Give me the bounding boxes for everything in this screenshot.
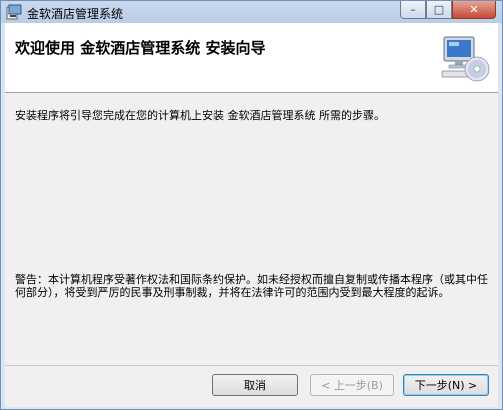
page-title: 欢迎使用 金软酒店管理系统 安装向导 xyxy=(15,39,266,57)
window-title: 金软酒店管理系统 xyxy=(27,7,124,21)
close-button[interactable]: ✕ xyxy=(452,1,496,19)
installer-app-icon xyxy=(6,4,22,20)
back-button[interactable]: < 上一步(B) xyxy=(310,374,394,396)
wizard-body: 安装程序将引导您完成在您的计算机上安装 金软酒店管理系统 所需的步骤。 警告：本… xyxy=(5,93,498,365)
computer-cd-icon xyxy=(441,36,490,82)
wizard-footer: 取消 < 上一步(B) 下一步(N) > xyxy=(5,365,498,407)
title-bar[interactable]: 金软酒店管理系统 – □ ✕ xyxy=(1,1,502,23)
copyright-warning: 警告：本计算机程序受著作权法和国际条约保护。如未经授权而擅自复制或传播本程序（或… xyxy=(15,273,488,299)
intro-text: 安装程序将引导您完成在您的计算机上安装 金软酒店管理系统 所需的步骤。 xyxy=(15,109,385,122)
installer-window: 金软酒店管理系统 – □ ✕ 欢迎使用 金软酒店管理系统 安装向导 安装程序将引… xyxy=(0,0,503,410)
caption-buttons: – □ ✕ xyxy=(400,1,496,20)
minimize-icon: – xyxy=(410,3,416,16)
maximize-button[interactable]: □ xyxy=(426,1,452,19)
close-icon: ✕ xyxy=(469,3,479,16)
cancel-button[interactable]: 取消 xyxy=(212,374,298,396)
next-button[interactable]: 下一步(N) > xyxy=(403,374,489,396)
wizard-header: 欢迎使用 金软酒店管理系统 安装向导 xyxy=(5,23,498,93)
minimize-button[interactable]: – xyxy=(400,1,426,19)
maximize-icon: □ xyxy=(433,3,445,16)
